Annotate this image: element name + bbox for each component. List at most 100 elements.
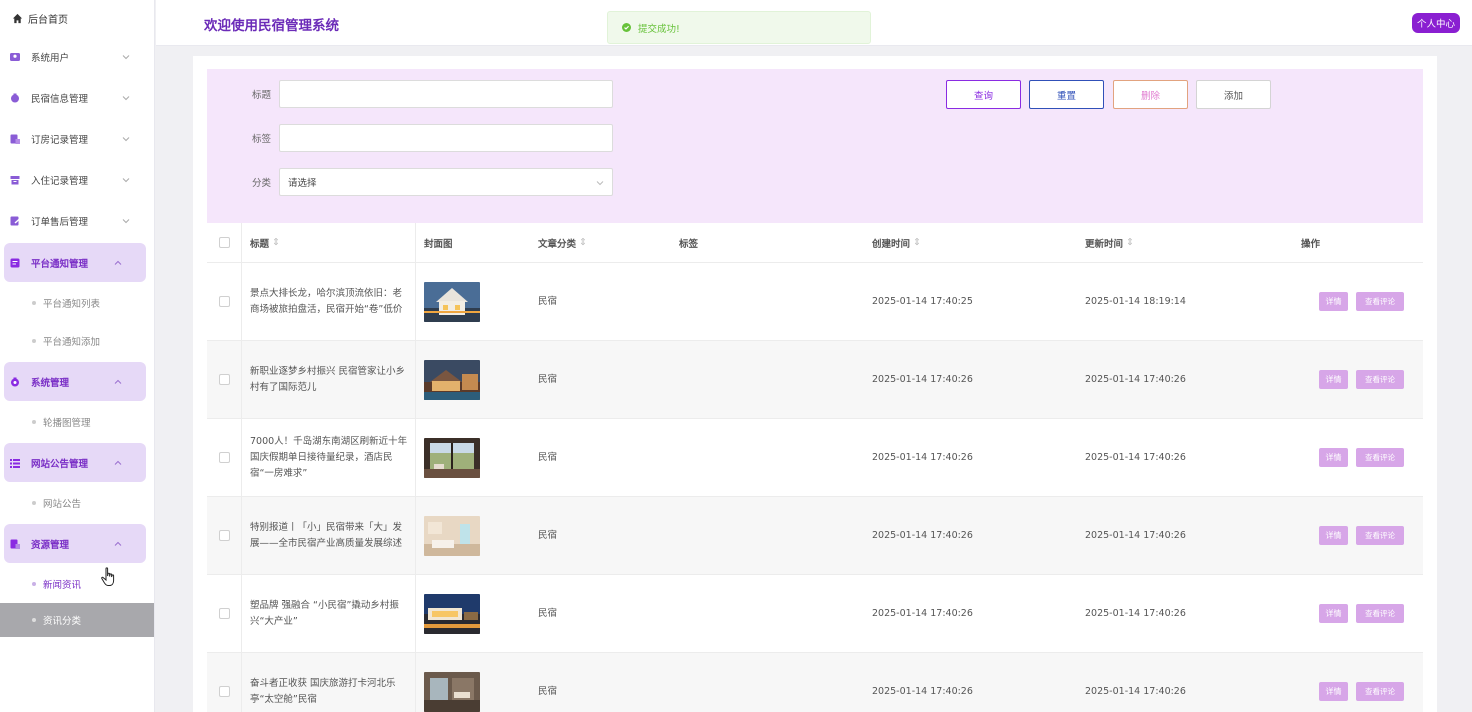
- row-checkbox[interactable]: [218, 452, 230, 463]
- select-all-checkbox[interactable]: [218, 237, 230, 248]
- menu-resource-management[interactable]: 资源管理: [4, 524, 146, 563]
- column-actions-label: 操作: [1301, 238, 1321, 250]
- column-created[interactable]: 创建时间 ⇕: [864, 223, 1077, 262]
- submenu-label: 网站公告: [43, 499, 82, 510]
- row-tags: [671, 575, 864, 652]
- hand-cursor-icon: [101, 567, 115, 586]
- sort-icon[interactable]: ⇕: [913, 237, 921, 248]
- row-category: 民宿: [538, 295, 558, 307]
- row-checkbox[interactable]: [218, 530, 230, 541]
- sort-icon[interactable]: ⇕: [1126, 237, 1134, 248]
- cover-image[interactable]: [424, 593, 480, 634]
- detail-button[interactable]: 详情: [1319, 682, 1348, 701]
- content-card: 标题 标签 分类 请选择 查询 重置 删除 添加 标题 ⇕ 封面图 文章分类 ⇕ 标…: [193, 56, 1437, 712]
- title-input[interactable]: [279, 80, 613, 108]
- home-icon: [12, 13, 23, 23]
- submenu-label: 轮播图管理: [43, 418, 91, 429]
- sidebar-home[interactable]: 后台首页: [0, 0, 154, 36]
- tag-input[interactable]: [279, 124, 613, 152]
- toast-message: 提交成功!: [638, 23, 680, 35]
- chevron-down-icon: [122, 95, 130, 100]
- view-comments-button[interactable]: 查看评论: [1356, 448, 1404, 467]
- category-label: 分类: [251, 178, 271, 189]
- column-updated-label: 更新时间: [1085, 238, 1124, 250]
- menu-label: 订单售后管理: [31, 216, 89, 228]
- table-row: 新职业逐梦乡村振兴 民宿管家让小乡村有了国际范儿 民宿 2025-01-14 1…: [207, 341, 1423, 419]
- cover-image[interactable]: [424, 359, 480, 400]
- row-category: 民宿: [538, 685, 558, 697]
- detail-button[interactable]: 详情: [1319, 604, 1348, 623]
- column-title[interactable]: 标题 ⇕: [242, 223, 416, 262]
- submenu-notice-list[interactable]: 平台通知列表: [0, 284, 154, 322]
- cover-image[interactable]: [424, 671, 480, 712]
- menu-system-management[interactable]: 系统管理: [4, 362, 146, 401]
- menu-homestay-info[interactable]: 民宿信息管理: [0, 77, 154, 118]
- chevron-up-icon: [114, 460, 122, 465]
- table-row: 奋斗者正收获 国庆旅游打卡河北乐亭“太空舱”民宿 民宿 2025-01-14 1…: [207, 653, 1423, 712]
- category-select[interactable]: 请选择: [279, 168, 613, 196]
- success-toast: 提交成功!: [607, 11, 871, 44]
- row-checkbox[interactable]: [218, 608, 230, 619]
- row-created: 2025-01-14 17:40:25: [872, 295, 973, 307]
- menu-label: 资源管理: [31, 539, 70, 551]
- view-comments-button[interactable]: 查看评论: [1356, 682, 1404, 701]
- menu-after-sales[interactable]: 订单售后管理: [0, 200, 154, 241]
- add-button[interactable]: 添加: [1196, 80, 1271, 109]
- submenu-carousel[interactable]: 轮播图管理: [0, 403, 154, 441]
- column-updated[interactable]: 更新时间 ⇕: [1077, 223, 1293, 262]
- row-select-cell: [207, 341, 242, 418]
- submenu-notice-add[interactable]: 平台通知添加: [0, 322, 154, 360]
- submenu-announcement[interactable]: 网站公告: [0, 484, 154, 522]
- menu-label: 系统用户: [31, 52, 70, 64]
- cover-image[interactable]: [424, 515, 480, 556]
- cover-image[interactable]: [424, 281, 480, 322]
- column-category-label: 文章分类: [538, 238, 577, 250]
- view-comments-button[interactable]: 查看评论: [1356, 604, 1404, 623]
- delete-button[interactable]: 删除: [1113, 80, 1188, 109]
- menu-label: 订房记录管理: [31, 134, 89, 146]
- submenu-label: 平台通知列表: [43, 299, 101, 310]
- row-title: 奋斗者正收获 国庆旅游打卡河北乐亭“太空舱”民宿: [242, 653, 416, 712]
- row-title: 7000人！千岛湖东南湖区刷新近十年国庆假期单日接待量纪录，酒店民宿“一房难求”: [242, 419, 416, 496]
- row-cover: [416, 497, 530, 574]
- row-checkbox[interactable]: [218, 296, 230, 307]
- detail-button[interactable]: 详情: [1319, 370, 1348, 389]
- bullet-dot: [32, 339, 36, 343]
- menu-checkin-records[interactable]: 入住记录管理: [0, 159, 154, 200]
- page-title: 欢迎使用民宿管理系统: [204, 18, 339, 34]
- row-cover: [416, 575, 530, 652]
- chevron-up-icon: [114, 541, 122, 546]
- submenu-news[interactable]: 新闻资讯: [0, 565, 154, 603]
- submenu-news-category[interactable]: 资讯分类: [0, 603, 154, 637]
- title-label: 标题: [251, 90, 271, 101]
- column-category[interactable]: 文章分类 ⇕: [530, 223, 671, 262]
- menu-booking-records[interactable]: 订房记录管理: [0, 118, 154, 159]
- bullet-dot: [32, 618, 36, 622]
- row-actions: 详情 查看评论: [1293, 497, 1423, 574]
- cover-image[interactable]: [424, 437, 480, 478]
- table-header: 标题 ⇕ 封面图 文章分类 ⇕ 标签 创建时间 ⇕ 更新时间 ⇕ 操作: [207, 223, 1423, 263]
- menu-platform-notice[interactable]: 平台通知管理: [4, 243, 146, 282]
- row-actions: 详情 查看评论: [1293, 419, 1423, 496]
- view-comments-button[interactable]: 查看评论: [1356, 292, 1404, 311]
- row-checkbox[interactable]: [218, 374, 230, 385]
- menu-site-announcement[interactable]: 网站公告管理: [4, 443, 146, 482]
- view-comments-button[interactable]: 查看评论: [1356, 370, 1404, 389]
- sort-icon[interactable]: ⇕: [579, 237, 587, 248]
- detail-button[interactable]: 详情: [1319, 448, 1348, 467]
- view-comments-button[interactable]: 查看评论: [1356, 526, 1404, 545]
- bullet-dot: [32, 420, 36, 424]
- profile-button[interactable]: 个人中心: [1412, 13, 1460, 33]
- search-button[interactable]: 查询: [946, 80, 1021, 109]
- row-checkbox[interactable]: [218, 686, 230, 697]
- menu-system-users[interactable]: 系统用户: [0, 36, 154, 77]
- row-cover: [416, 419, 530, 496]
- column-cover-label: 封面图: [424, 238, 453, 250]
- sort-icon[interactable]: ⇕: [272, 237, 280, 248]
- chevron-down-icon: [122, 136, 130, 141]
- row-select-cell: [207, 419, 242, 496]
- bullet-dot: [32, 582, 36, 586]
- detail-button[interactable]: 详情: [1319, 526, 1348, 545]
- detail-button[interactable]: 详情: [1319, 292, 1348, 311]
- reset-button[interactable]: 重置: [1029, 80, 1104, 109]
